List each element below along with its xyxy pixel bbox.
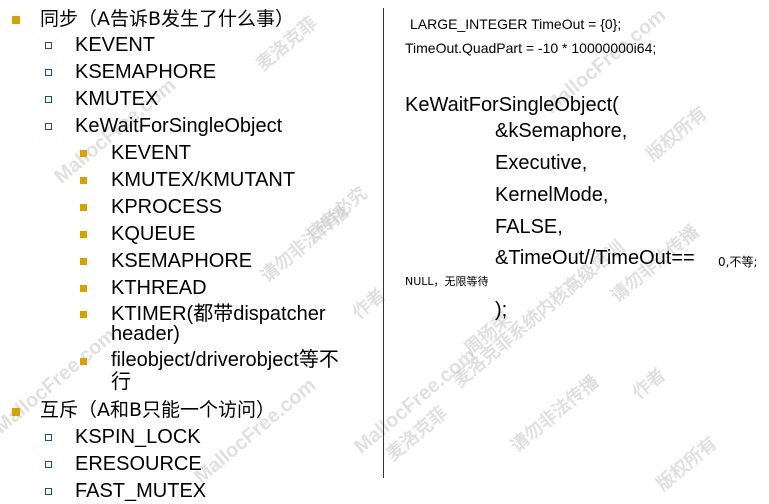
call-line: &TimeOut//TimeOut==	[495, 247, 695, 269]
wait-object-item: KTIMER(都带dispatcher	[111, 303, 326, 325]
wait-object-item: KMUTEX/KMUTANT	[111, 169, 296, 191]
sync-item: KSEMAPHORE	[75, 61, 217, 83]
bullet-square-icon	[80, 204, 87, 211]
watermark-text: 请勿非法传播	[506, 371, 604, 457]
call-line: KeWaitForSingleObject(	[405, 94, 619, 116]
wait-object-item: KTHREAD	[111, 277, 207, 299]
wait-object-item-continued: header)	[111, 323, 180, 345]
call-line: FALSE,	[495, 216, 563, 238]
wait-object-item: KPROCESS	[111, 196, 223, 218]
watermark-text: 周扬荣	[460, 308, 516, 360]
call-closing: );	[495, 299, 508, 321]
bullet-square-icon	[80, 358, 87, 365]
column-divider	[383, 8, 384, 478]
bullet-square-icon	[80, 150, 87, 157]
wait-object-item: KSEMAPHORE	[111, 250, 253, 272]
hollow-square-bullet-icon	[45, 42, 52, 49]
wait-object-item-continued: 行	[111, 371, 131, 393]
bullet-square-icon	[80, 258, 87, 265]
code-line: TimeOut.QuadPart = -10 * 10000000i64;	[405, 40, 657, 56]
call-line: KernelMode,	[495, 184, 609, 206]
hollow-square-bullet-icon	[45, 461, 52, 468]
hollow-square-bullet-icon	[45, 123, 52, 130]
code-line: LARGE_INTEGER TimeOut = {0};	[410, 16, 622, 32]
hollow-square-bullet-icon	[45, 434, 52, 441]
watermark-text: MallocFree.com	[190, 374, 321, 489]
bullet-square-icon	[80, 285, 87, 292]
bullet-square-icon	[12, 408, 20, 416]
mutex-item: FAST_MUTEX	[75, 480, 207, 502]
mutex-heading: 互斥（A和B只能一个访问）	[40, 399, 276, 421]
watermark-text: 违者必究	[302, 182, 372, 246]
slide: MallocFree.com MallocFree.com MallocFree…	[0, 0, 769, 504]
wait-object-item: KQUEUE	[111, 223, 196, 245]
sync-heading: 同步（A告诉B发生了什么事）	[40, 8, 295, 30]
sync-item: KMUTEX	[75, 88, 159, 110]
watermark-text: 请勿非法传播	[256, 201, 354, 287]
hollow-square-bullet-icon	[45, 69, 52, 76]
hollow-square-bullet-icon	[45, 96, 52, 103]
bullet-square-icon	[12, 16, 20, 24]
sync-item: KeWaitForSingleObject	[75, 115, 283, 137]
sync-item: KEVENT	[75, 34, 156, 56]
watermark-text: MallocFree.com	[0, 324, 121, 439]
bullet-square-icon	[80, 311, 87, 318]
bullet-square-icon	[80, 177, 87, 184]
mutex-item: ERESOURCE	[75, 453, 202, 475]
call-line: Executive,	[495, 152, 588, 174]
inline-note: 0,不等;	[718, 255, 758, 269]
wait-object-item: KEVENT	[111, 142, 192, 164]
call-line: &kSemaphore,	[495, 120, 628, 142]
watermark-text: MallocFree.com	[350, 344, 481, 459]
mutex-item: KSPIN_LOCK	[75, 426, 201, 448]
watermark-text: 版权所有	[652, 432, 722, 496]
wait-object-item: fileobject/driverobject等不	[111, 349, 339, 371]
watermark-text: 版权所有	[642, 102, 712, 166]
watermark-text: 作者	[628, 364, 670, 404]
bullet-square-icon	[80, 231, 87, 238]
null-note: NULL，无限等待	[405, 275, 489, 288]
watermark-text: 麦洛克菲	[382, 402, 452, 466]
hollow-square-bullet-icon	[45, 488, 52, 495]
